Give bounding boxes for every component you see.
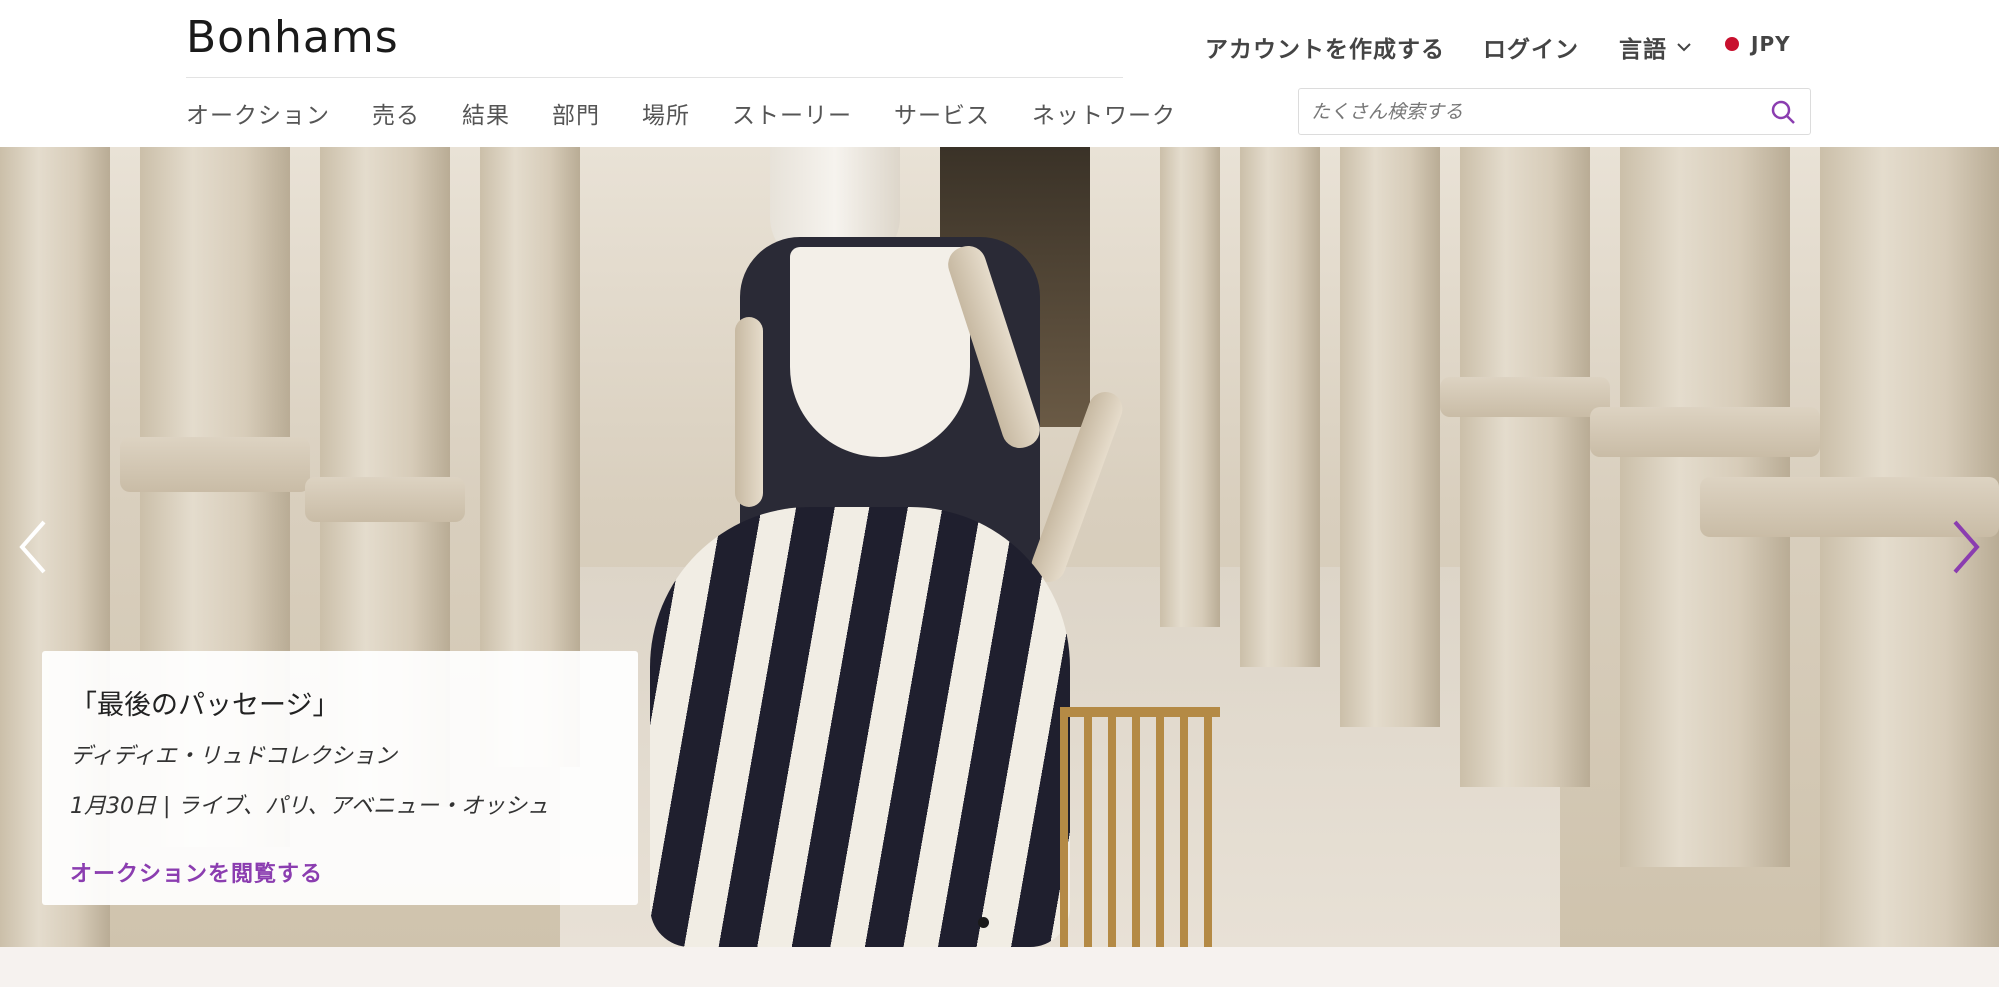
hero-column-base: [1440, 377, 1610, 417]
auction-promo-card: 「最後のパッセージ」 ディディエ・リュドコレクション 1月30日 | ライブ、パ…: [42, 651, 638, 905]
mannequin-left-arm: [735, 317, 763, 507]
hero-carousel: 「最後のパッセージ」 ディディエ・リュドコレクション 1月30日 | ライブ、パ…: [0, 147, 1999, 947]
nav-item-departments[interactable]: 部門: [552, 96, 600, 129]
login-link[interactable]: ログイン: [1483, 30, 1579, 64]
site-header: Bonhams アカウントを作成する ログイン 言語 JPY オークション 売る…: [0, 0, 1999, 147]
nav-item-auctions[interactable]: オークション: [186, 96, 330, 129]
header-divider: [186, 77, 1123, 78]
chevron-down-icon: [1677, 43, 1691, 52]
bottom-strip: [0, 947, 1999, 987]
currency-selector[interactable]: JPY: [1725, 32, 1791, 56]
hero-column: [1240, 147, 1320, 667]
promo-title: 「最後のパッセージ」: [70, 690, 340, 721]
currency-label: JPY: [1751, 32, 1791, 56]
currency-dot-icon: [1725, 37, 1739, 51]
nav-item-stories[interactable]: ストーリー: [732, 96, 852, 129]
chevron-right-icon[interactable]: [1945, 517, 1985, 577]
hero-column: [1460, 147, 1590, 787]
promo-subtitle: ディディエ・リュドコレクション: [70, 744, 397, 769]
main-nav: オークション 売る 結果 部門 場所 ストーリー サービス ネットワーク: [186, 96, 1218, 129]
hero-column-base: [1590, 407, 1820, 457]
hero-column-base: [305, 477, 465, 522]
language-selector[interactable]: 言語: [1619, 30, 1691, 64]
search-input[interactable]: [1311, 89, 1751, 134]
create-account-link[interactable]: アカウントを作成する: [1205, 30, 1445, 64]
bonhams-logo[interactable]: Bonhams: [186, 12, 399, 63]
search-box: [1298, 88, 1811, 135]
nav-item-sell[interactable]: 売る: [372, 96, 420, 129]
chevron-left-icon[interactable]: [14, 517, 54, 577]
language-label: 言語: [1619, 37, 1667, 63]
carousel-dot[interactable]: [978, 917, 989, 928]
browse-auction-link[interactable]: オークションを閲覧する: [70, 856, 610, 888]
hero-column-base: [120, 437, 310, 492]
nav-item-locations[interactable]: 場所: [642, 96, 690, 129]
nav-item-network[interactable]: ネットワーク: [1032, 96, 1176, 129]
nav-item-results[interactable]: 結果: [462, 96, 510, 129]
carousel-dots: [978, 917, 989, 928]
mannequin-back: [790, 247, 970, 457]
hero-column: [1340, 147, 1440, 727]
hero-column: [1160, 147, 1220, 627]
dress-striped-skirt: [650, 507, 1070, 947]
search-icon[interactable]: [1770, 99, 1796, 125]
promo-date-location: 1月30日 | ライブ、パリ、アベニュー・オッシュ: [70, 794, 549, 819]
nav-item-services[interactable]: サービス: [894, 96, 990, 129]
gold-chair: [1060, 707, 1220, 947]
